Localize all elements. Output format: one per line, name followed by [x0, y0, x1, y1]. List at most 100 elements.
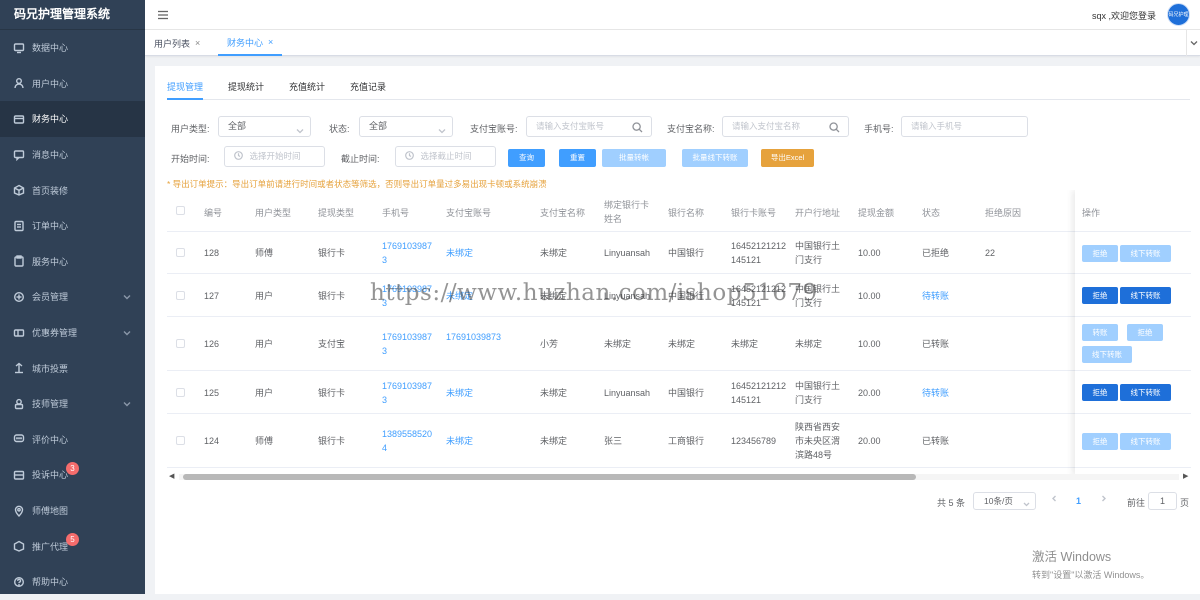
user-type-select[interactable]: 全部: [218, 116, 311, 137]
reject-button[interactable]: 拒绝: [1127, 324, 1163, 341]
sidebar-item-6[interactable]: 服务中心: [0, 244, 145, 280]
ops-cell: 拒绝 线下转账: [1075, 232, 1191, 274]
search-icon[interactable]: [632, 121, 643, 133]
offline-transfer-button[interactable]: 线下转账: [1120, 432, 1171, 450]
start-time-picker[interactable]: 选择开始时间: [224, 146, 325, 167]
cell-user-type: 师傅: [255, 248, 274, 258]
cell-phone[interactable]: 17691039873: [382, 239, 436, 267]
sidebar-item-5[interactable]: 订单中心: [0, 208, 145, 244]
cell-phone[interactable]: 17691039873: [382, 330, 436, 358]
page-size-select[interactable]: 10条/页: [973, 492, 1036, 510]
sidebar-item-label: 数据中心: [32, 43, 69, 54]
cell-card-name: Linyuansah: [604, 387, 651, 398]
sidebar-item-4[interactable]: 首页装修: [0, 172, 145, 208]
row-checkbox[interactable]: [176, 436, 185, 445]
sidebar-item-label: 推广代理: [32, 541, 69, 552]
sidebar-item-7[interactable]: 会员管理: [0, 279, 145, 315]
ops-cell: 转账 拒绝线下转账: [1075, 317, 1191, 371]
cell-withdraw-type: 银行卡: [318, 387, 346, 398]
select-all-checkbox[interactable]: [176, 206, 185, 215]
row-checkbox[interactable]: [176, 290, 185, 300]
col-operations: 操作: [1082, 208, 1101, 218]
cell-alipay-account[interactable]: 未绑定: [446, 246, 534, 260]
batch-offline-transfer-button[interactable]: 批量线下转账: [682, 149, 748, 167]
cell-phone[interactable]: 17691039873: [382, 379, 436, 407]
chevron-down-icon: [1190, 41, 1198, 46]
export-excel-button[interactable]: 导出Excel: [761, 149, 814, 167]
sidebar-item-15[interactable]: 帮助中心: [0, 564, 145, 600]
subtab-recharge-records[interactable]: 充值记录: [350, 80, 386, 100]
next-page-icon[interactable]: [1100, 494, 1110, 506]
sidebar-item-2[interactable]: 财务中心: [0, 101, 145, 137]
cell-status[interactable]: 待转账: [922, 289, 978, 303]
offline-transfer-button[interactable]: 线下转账: [1120, 384, 1171, 401]
cell-withdraw-type: 银行卡: [318, 248, 346, 258]
cell-status[interactable]: 待转账: [922, 386, 978, 400]
tab-user-list[interactable]: 用户列表 ×: [145, 30, 209, 56]
current-page[interactable]: 1: [1076, 496, 1081, 506]
close-icon[interactable]: ×: [195, 38, 200, 48]
sidebar-item-14[interactable]: 推广代理 5: [0, 528, 145, 564]
clipboard-icon: [12, 254, 26, 268]
sidebar-item-label: 优惠券管理: [32, 328, 78, 339]
sidebar-item-10[interactable]: 技师管理: [0, 386, 145, 422]
reject-button[interactable]: 拒绝: [1082, 432, 1118, 450]
sidebar-item-1[interactable]: 用户中心: [0, 66, 145, 102]
sidebar-item-0[interactable]: 数据中心: [0, 30, 145, 66]
status-select[interactable]: 全部: [359, 116, 453, 137]
sidebar-item-label: 财务中心: [32, 114, 69, 125]
reject-button[interactable]: 拒绝: [1082, 287, 1118, 304]
sidebar-item-3[interactable]: 消息中心: [0, 137, 145, 173]
scroll-thumb[interactable]: [183, 474, 916, 480]
sidebar-item-9[interactable]: 城市投票: [0, 350, 145, 386]
avatar[interactable]: 码兄护理: [1167, 3, 1190, 26]
subtab-withdraw-stats[interactable]: 提现统计: [228, 80, 264, 100]
row-checkbox[interactable]: [176, 339, 185, 348]
cell-user-type: 师傅: [255, 436, 274, 446]
reset-button[interactable]: 重置: [559, 149, 596, 167]
search-icon[interactable]: [829, 121, 840, 133]
row-checkbox[interactable]: [176, 248, 185, 257]
alipay-name-input[interactable]: 请输入支付宝名称: [722, 116, 849, 137]
table-scrollbar[interactable]: ◀ ▶: [167, 472, 1191, 481]
cell-alipay-account[interactable]: 未绑定: [446, 434, 534, 448]
cell-alipay-account[interactable]: 17691039873: [446, 330, 534, 344]
offline-transfer-button[interactable]: 线下转账: [1120, 244, 1171, 262]
batch-transfer-button[interactable]: 批量转帐: [602, 149, 666, 167]
goto-page-input[interactable]: 1: [1148, 492, 1177, 510]
alipay-account-input[interactable]: 请输入支付宝账号: [526, 116, 652, 137]
sidebar-item-13[interactable]: 师傅地图: [0, 493, 145, 529]
ops-header: 操作: [1075, 190, 1191, 232]
scroll-right-icon[interactable]: ▶: [1183, 472, 1191, 481]
close-icon[interactable]: ×: [268, 37, 273, 47]
query-button[interactable]: 查询: [508, 149, 545, 167]
prev-page-icon[interactable]: [1051, 494, 1061, 506]
finance-subtabs: 提现管理 提现统计 充值统计 充值记录: [167, 80, 1190, 100]
tab-finance-center[interactable]: 财务中心 ×: [218, 30, 283, 56]
end-time-picker[interactable]: 选择截止时间: [395, 146, 496, 167]
sidebar-item-8[interactable]: 优惠券管理: [0, 315, 145, 351]
end-time-label: 截止时间:: [341, 154, 380, 164]
hamburger-icon[interactable]: [157, 9, 169, 21]
subtab-recharge-stats[interactable]: 充值统计: [289, 80, 325, 100]
phone-input[interactable]: 请输入手机号: [901, 116, 1028, 137]
cell-card-name: 未绑定: [604, 339, 632, 349]
reject-button[interactable]: 拒绝: [1082, 244, 1118, 262]
offline-transfer-button[interactable]: 线下转账: [1120, 287, 1171, 304]
sidebar-item-11[interactable]: 评价中心: [0, 422, 145, 458]
sidebar-item-label: 首页装修: [32, 185, 69, 196]
transfer-button[interactable]: 转账: [1082, 324, 1118, 341]
reject-button[interactable]: 拒绝: [1082, 384, 1118, 401]
sidebar-item-12[interactable]: 投诉中心 3: [0, 457, 145, 493]
offline-transfer-button[interactable]: 线下转账: [1082, 346, 1132, 363]
cell-phone[interactable]: 13895585204: [382, 427, 436, 455]
topbar: sqx ,欢迎您登录 码兄护理: [145, 0, 1200, 30]
tabs-scroll-button[interactable]: [1186, 30, 1200, 56]
technician-icon: [12, 397, 26, 411]
alipay-account-label: 支付宝账号:: [470, 124, 518, 134]
scroll-left-icon[interactable]: ◀: [169, 472, 177, 481]
subtab-withdraw-management[interactable]: 提现管理: [167, 80, 204, 100]
table-row: 124 师傅 银行卡 13895585204 未绑定 未绑定 张三 工商银行 123456789…: [167, 414, 1191, 468]
row-checkbox[interactable]: [176, 387, 185, 397]
cell-alipay-account[interactable]: 未绑定: [446, 386, 534, 400]
